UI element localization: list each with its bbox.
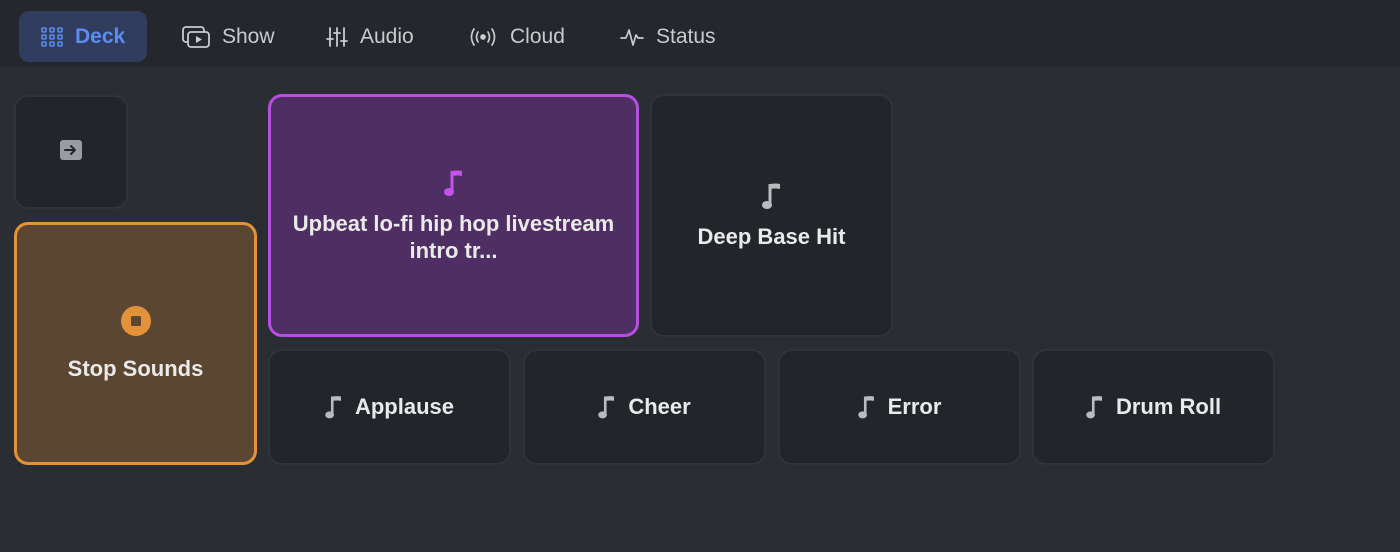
music-note-icon — [1086, 393, 1104, 421]
music-note-icon — [761, 180, 782, 212]
exit-button[interactable] — [14, 95, 128, 209]
sound-button-upbeat-lofi[interactable]: Upbeat lo-fi hip hop livestream intro tr… — [268, 94, 639, 337]
sound-label: Drum Roll — [1115, 393, 1222, 419]
sound-label: Applause — [354, 393, 455, 419]
music-note-icon — [857, 393, 876, 421]
music-note-icon — [443, 167, 464, 199]
sound-label: Error — [887, 393, 942, 419]
tab-cloud[interactable]: Cloud — [446, 11, 587, 62]
sound-button-deep-base-hit[interactable]: Deep Base Hit — [650, 94, 893, 337]
pulse-icon — [620, 26, 644, 48]
tab-audio-label: Audio — [360, 24, 414, 48]
sliders-icon — [326, 26, 348, 48]
tab-show-label: Show — [222, 24, 275, 48]
music-note-icon — [325, 393, 343, 421]
tab-cloud-label: Cloud — [510, 24, 565, 48]
tab-deck-label: Deck — [75, 24, 126, 48]
stop-sounds-button[interactable]: Stop Sounds — [14, 222, 257, 465]
sound-button-error[interactable]: Error — [778, 349, 1021, 465]
tab-audio[interactable]: Audio — [304, 11, 436, 62]
soundboard-app: Deck Show Audio Cloud Status Stop Sounds… — [0, 0, 1400, 552]
tab-deck[interactable]: Deck — [19, 11, 148, 62]
sound-label: Deep Base Hit — [697, 224, 846, 250]
broadcast-icon — [468, 26, 498, 48]
stop-circle-icon — [120, 305, 152, 342]
screen-play-icon — [182, 25, 210, 48]
tab-status[interactable]: Status — [598, 11, 738, 62]
arrow-right-square-icon — [60, 139, 82, 165]
tab-show[interactable]: Show — [160, 11, 297, 62]
tab-status-label: Status — [656, 24, 716, 48]
sound-button-cheer[interactable]: Cheer — [523, 349, 766, 465]
music-note-icon — [598, 393, 616, 421]
sound-button-drum-roll[interactable]: Drum Roll — [1032, 349, 1275, 465]
sound-label: Cheer — [628, 393, 691, 419]
grid-icon — [41, 26, 63, 47]
sound-label: Upbeat lo-fi hip hop livestream intro tr… — [292, 211, 615, 263]
sound-button-applause[interactable]: Applause — [268, 349, 511, 465]
stop-sounds-label: Stop Sounds — [67, 355, 204, 381]
top-navigation: Deck Show Audio Cloud Status — [0, 0, 1400, 66]
